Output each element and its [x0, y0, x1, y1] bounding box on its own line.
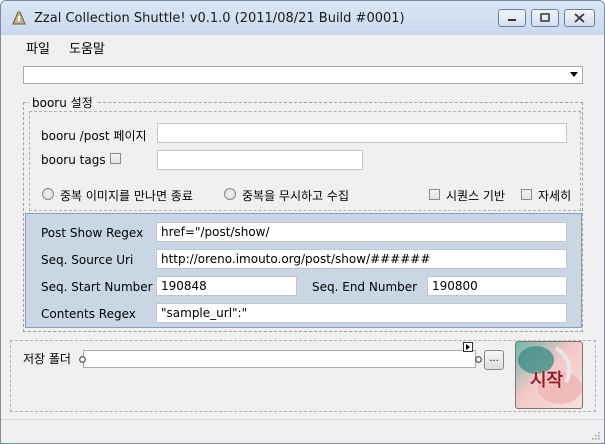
radio-stop-label: 중복 이미지를 만나면 종료 — [60, 189, 193, 203]
radio-ignore-label: 중복을 무시하고 수집 — [242, 189, 349, 203]
maximize-button[interactable] — [531, 9, 559, 27]
minimize-icon — [508, 19, 516, 21]
profile-dropdown[interactable] — [23, 66, 583, 84]
post-show-regex-label: Post Show Regex — [41, 226, 144, 240]
seq-source-uri-label: Seq. Source Uri — [41, 253, 134, 267]
radio-ignore-duplicate[interactable] — [224, 188, 236, 200]
seq-based-checkbox[interactable] — [429, 189, 440, 200]
minimize-button[interactable] — [498, 9, 526, 27]
tags-input[interactable] — [157, 150, 363, 170]
seq-based-label: 시퀀스 기반 — [446, 189, 506, 203]
save-folder-label: 저장 폴더 — [23, 352, 71, 366]
seq-start-input[interactable]: 190848 — [156, 276, 297, 296]
post-page-label: booru /post 페이지 — [41, 129, 147, 143]
save-folder-input[interactable] — [83, 350, 476, 368]
maximize-icon — [540, 13, 550, 22]
main-window: Zzal Collection Shuttle! v0.1.0 (2011/08… — [0, 0, 605, 444]
title-bar[interactable]: Zzal Collection Shuttle! v0.1.0 (2011/08… — [1, 1, 604, 36]
resize-handle-left-icon[interactable] — [79, 356, 86, 363]
post-show-regex-input[interactable]: href="/post/show/ — [156, 222, 567, 242]
chevron-down-icon — [570, 72, 578, 77]
status-bar — [1, 419, 604, 443]
resize-grip-icon[interactable] — [590, 430, 600, 440]
play-marker-icon — [463, 342, 473, 352]
window-title: Zzal Collection Shuttle! v0.1.0 (2011/08… — [34, 11, 405, 26]
contents-regex-input[interactable]: "sample_url":" — [156, 303, 567, 323]
seq-end-label: Seq. End Number — [312, 280, 418, 294]
start-button[interactable]: 시작 — [515, 341, 583, 409]
radio-stop-on-duplicate[interactable] — [42, 188, 54, 200]
verbose-label: 자세히 — [538, 189, 572, 203]
tags-checkbox[interactable] — [110, 153, 121, 164]
start-button-label: 시작 — [530, 370, 564, 391]
contents-regex-label: Contents Regex — [41, 307, 136, 321]
browse-folder-button[interactable]: ... — [484, 350, 504, 370]
booru-settings-label: booru 설정 — [29, 94, 96, 111]
tags-label: booru tags — [41, 153, 106, 167]
menu-help[interactable]: 도움말 — [69, 38, 105, 57]
app-icon — [12, 11, 26, 25]
seq-end-input[interactable]: 190800 — [427, 276, 567, 296]
close-button[interactable] — [564, 9, 595, 27]
seq-source-uri-input[interactable]: http://oreno.imouto.org/post/show/###### — [156, 249, 567, 269]
menu-bar: 파일 도움말 — [1, 35, 604, 57]
seq-start-label: Seq. Start Number — [41, 280, 153, 294]
resize-handle-right-icon[interactable] — [475, 356, 482, 363]
close-icon — [574, 13, 585, 23]
verbose-checkbox[interactable] — [521, 189, 532, 200]
menu-file[interactable]: 파일 — [26, 38, 50, 57]
post-page-input[interactable] — [157, 123, 567, 143]
